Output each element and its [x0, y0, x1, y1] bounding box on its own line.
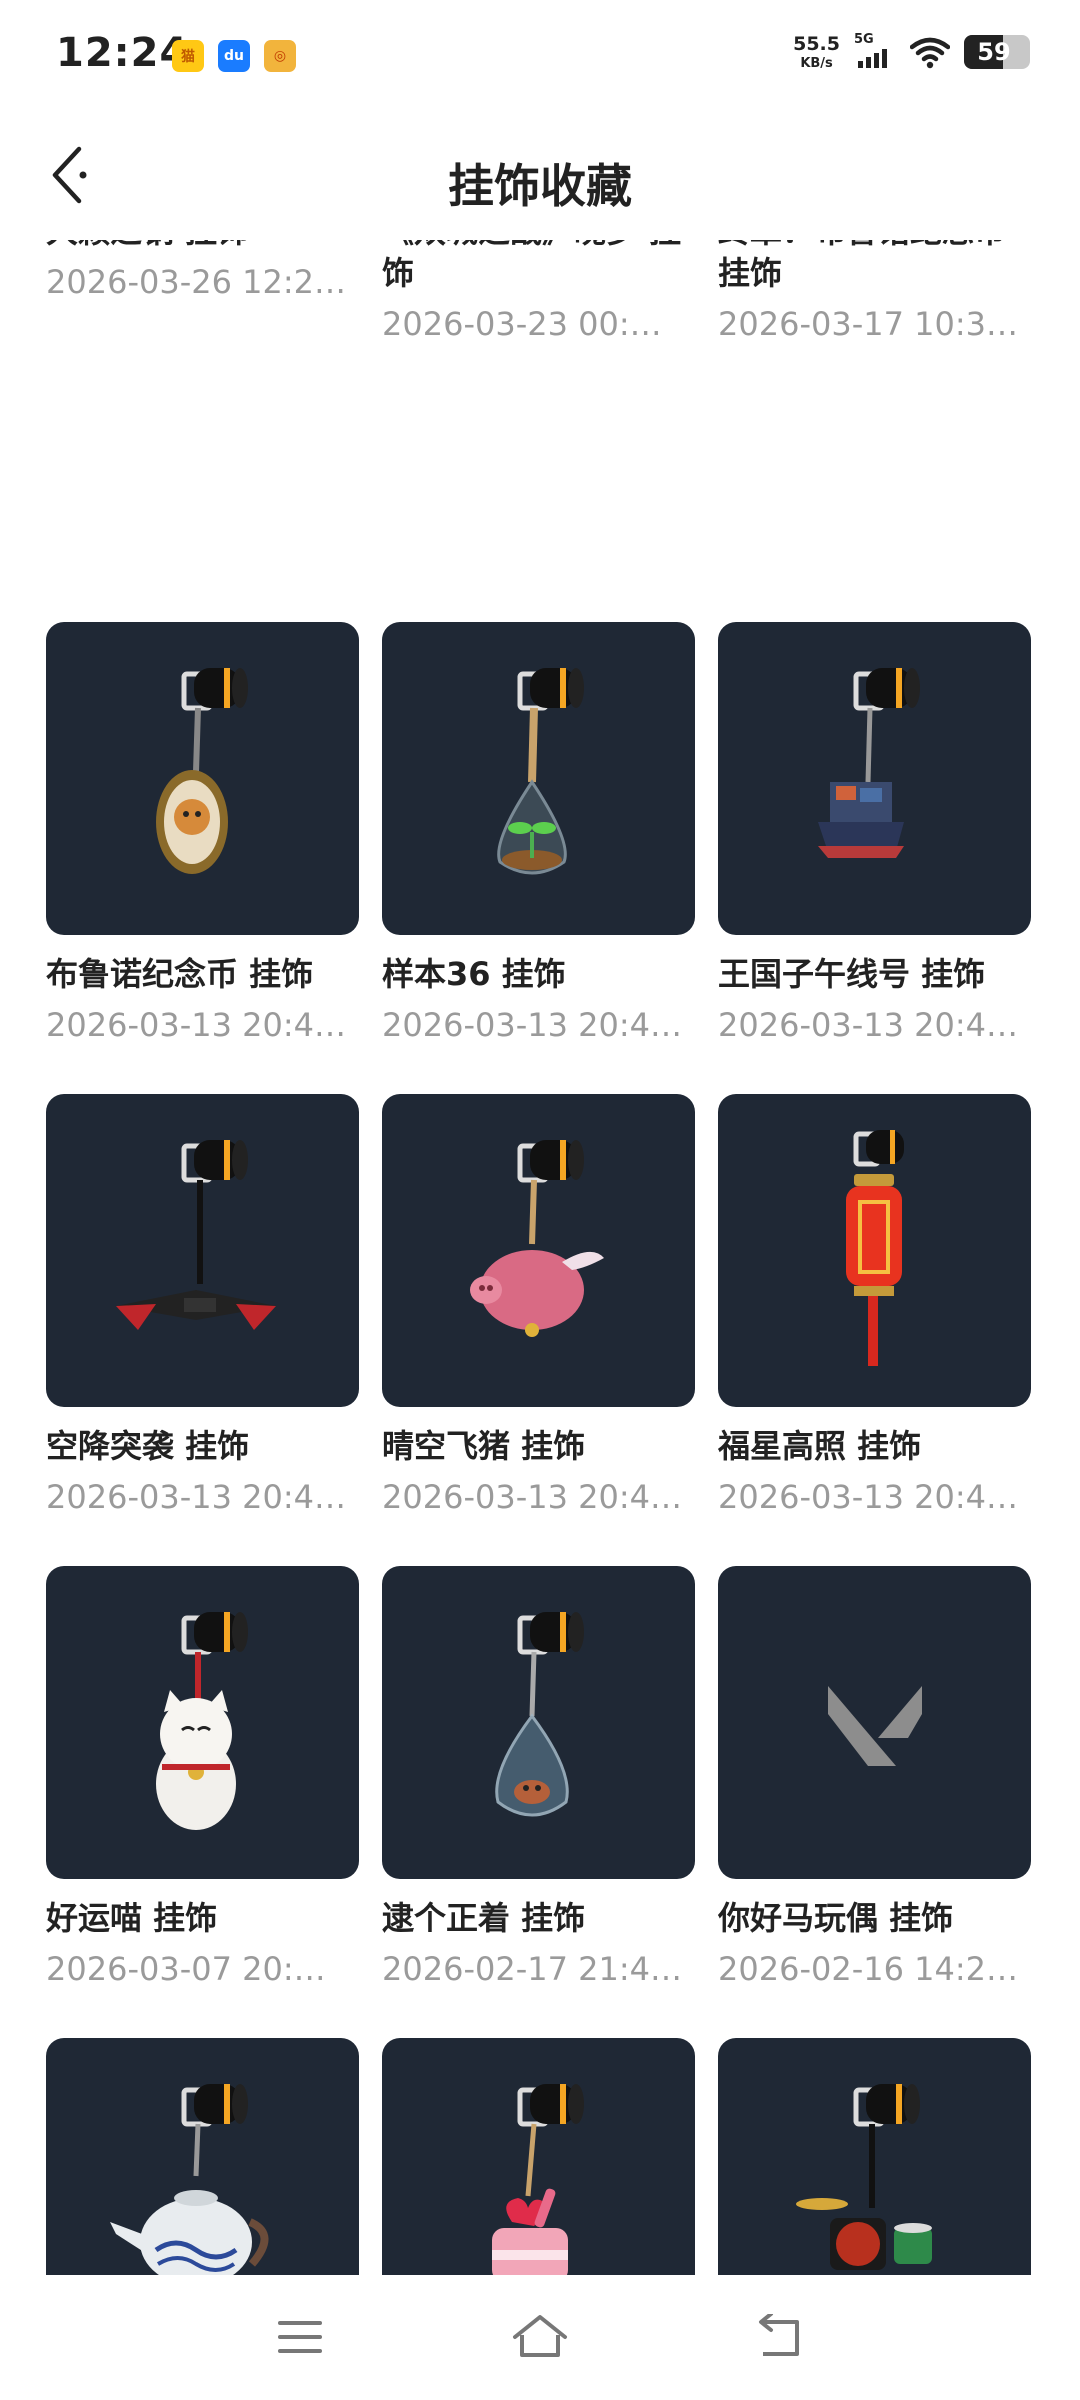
charm-date: 2026-03-13 20:4… [718, 1006, 1018, 1044]
system-nav-bar [0, 2280, 1080, 2400]
charm-date: 2026-03-13 20:4… [382, 1006, 682, 1044]
wifi-icon [910, 37, 950, 69]
charm-card[interactable]: 好运喵 挂饰 2026-03-07 20:… [46, 1566, 359, 2038]
charm-date: 2026-03-07 20:… [46, 1950, 326, 1988]
page-title: 挂饰收藏 [448, 159, 632, 213]
cat-app-icon: 猫 [172, 40, 204, 72]
charm-date: 2026-03-13 20:4… [46, 1478, 346, 1516]
charm-thumbnail[interactable] [718, 1566, 1031, 1879]
ship-charm-icon [818, 668, 920, 858]
charm-date: 2026-03-17 10:3… [718, 305, 1018, 343]
cake-charm-icon [492, 2084, 584, 2275]
drone-charm-icon [116, 1140, 276, 1330]
charm-date: 2026-03-23 00:… [382, 305, 662, 343]
charm-grid: 大籁之钢 挂饰 2026-03-26 12:2… 《双城之战》魄罗 挂饰 2026-0… [46, 240, 1036, 2275]
charm-thumbnail[interactable] [382, 1566, 695, 1879]
lucky-cat-charm-icon [156, 1612, 248, 1830]
network-speed-unit: KB/s [800, 55, 833, 71]
charm-name: 好运喵 挂饰 [46, 1899, 218, 1937]
charm-card[interactable]: 匠心瓷绘 挂饰2026-02-16 00:… [46, 2038, 359, 2275]
charm-date: 2026-03-13 20:4… [382, 1478, 682, 1516]
network-speed: 55.5 KB/s [793, 32, 840, 71]
valorant-logo-icon [828, 1686, 922, 1766]
charm-card[interactable]: 终章：布鲁诺纪念币 挂饰 2026-03-17 10:3… [718, 240, 1031, 622]
charm-thumbnail[interactable] [382, 1094, 695, 1407]
charm-thumbnail[interactable] [718, 1094, 1031, 1407]
charm-thumbnail[interactable] [46, 622, 359, 935]
charm-card[interactable]: 布鲁诺纪念币 挂饰 2026-03-13 20:4… [46, 622, 359, 1094]
charm-date: 2026-03-26 12:2… [46, 263, 346, 301]
home-icon [513, 2315, 567, 2357]
coin-charm-icon [156, 668, 248, 874]
charm-thumbnail[interactable] [718, 622, 1031, 935]
charm-thumbnail[interactable] [46, 1566, 359, 1879]
network-speed-value: 55.5 [793, 32, 840, 55]
charm-name: 大籁之钢 挂饰 [46, 240, 359, 252]
charm-name: 空降突袭 挂饰 [46, 1427, 250, 1465]
charm-name: 《双城之战》魄罗 挂饰 [382, 240, 681, 292]
charm-thumbnail[interactable] [46, 2038, 359, 2275]
charm-name: 福星高照 挂饰 [718, 1427, 922, 1465]
charm-card[interactable]: 空降突袭 挂饰 2026-03-13 20:4… [46, 1094, 359, 1566]
clock: 12:24 [56, 30, 189, 76]
charm-card[interactable]: 晴空飞猪 挂饰 2026-03-13 20:4… [382, 1094, 695, 1566]
back-nav-button[interactable] [740, 2302, 820, 2372]
du-app-icon: du [218, 40, 250, 72]
charm-date: 2026-03-13 20:4… [46, 1006, 346, 1044]
pig-charm-icon [470, 1140, 604, 1337]
charm-thumbnail[interactable] [382, 622, 695, 935]
charm-date: 2026-02-16 14:2… [718, 1950, 1018, 1988]
charm-name: 王国子午线号 挂饰 [718, 955, 986, 993]
charm-name: 逮个正着 挂饰 [382, 1899, 586, 1937]
header: 挂饰收藏 [0, 110, 1080, 240]
charm-thumbnail[interactable] [718, 2038, 1031, 2275]
charm-name: 晴空飞猪 挂饰 [382, 1427, 586, 1465]
notification-icons: 猫 du ◎ [172, 40, 296, 72]
status-indicators: 55.5 KB/s 5G 59 [793, 32, 1030, 71]
charm-card[interactable]: 王国子午线号 挂饰 2026-03-13 20:4… [718, 622, 1031, 1094]
charm-thumbnail[interactable] [46, 1094, 359, 1407]
charm-date: 2026-02-17 21:4… [382, 1950, 682, 1988]
charm-name: 你好马玩偶 挂饰 [718, 1899, 954, 1937]
jar-charm-icon [495, 1612, 584, 1817]
charm-card[interactable]: 你好马玩偶 挂饰 2026-02-16 14:2… [718, 1566, 1031, 2038]
charm-card[interactable]: 逮个正着 挂饰 2026-02-17 21:4… [382, 1566, 695, 2038]
menu-button[interactable] [260, 2302, 340, 2372]
charm-card[interactable]: 《双城之战》魄罗 挂饰 2026-03-23 00:… [382, 240, 695, 622]
charm-date: 2026-03-13 20:4… [718, 1478, 1018, 1516]
charm-name: 样本36 挂饰 [382, 955, 566, 993]
charm-name: 终章：布鲁诺纪念币 挂饰 [718, 240, 1006, 292]
charm-card[interactable]: 大籁之钢 挂饰 2026-03-26 12:2… [46, 240, 359, 622]
charm-card[interactable]: 老哥摇滚 挂饰2026-01-24 16:0… [718, 2038, 1031, 2275]
charm-thumbnail[interactable] [382, 2038, 695, 2275]
drums-charm-icon [796, 2084, 932, 2270]
lantern-charm-icon [846, 1130, 904, 1366]
target-app-icon: ◎ [264, 40, 296, 72]
status-bar: 12:24 猫 du ◎ 55.5 KB/s 5G 59 [0, 0, 1080, 110]
battery-level: 59 [977, 38, 1011, 66]
teapot-charm-icon [110, 2084, 269, 2275]
cellular-signal-icon: 5G [854, 32, 896, 70]
charm-card[interactable]: 样本36 挂饰 2026-03-13 20:4… [382, 622, 695, 1094]
back-icon [759, 2314, 799, 2356]
charm-collection-list[interactable]: 大籁之钢 挂饰 2026-03-26 12:2… 《双城之战》魄罗 挂饰 2026-0… [0, 240, 1080, 2275]
network-type: 5G [854, 32, 874, 47]
charm-card[interactable]: 粉色恋人 挂饰2026-02-07 22:… [382, 2038, 695, 2275]
charm-card[interactable]: 福星高照 挂饰 2026-03-13 20:4… [718, 1094, 1031, 1566]
home-button[interactable] [500, 2302, 580, 2372]
charm-name: 布鲁诺纪念币 挂饰 [46, 955, 314, 993]
menu-icon [278, 2321, 322, 2353]
terrarium-charm-icon [497, 668, 584, 875]
battery-icon: 59 [964, 35, 1030, 69]
